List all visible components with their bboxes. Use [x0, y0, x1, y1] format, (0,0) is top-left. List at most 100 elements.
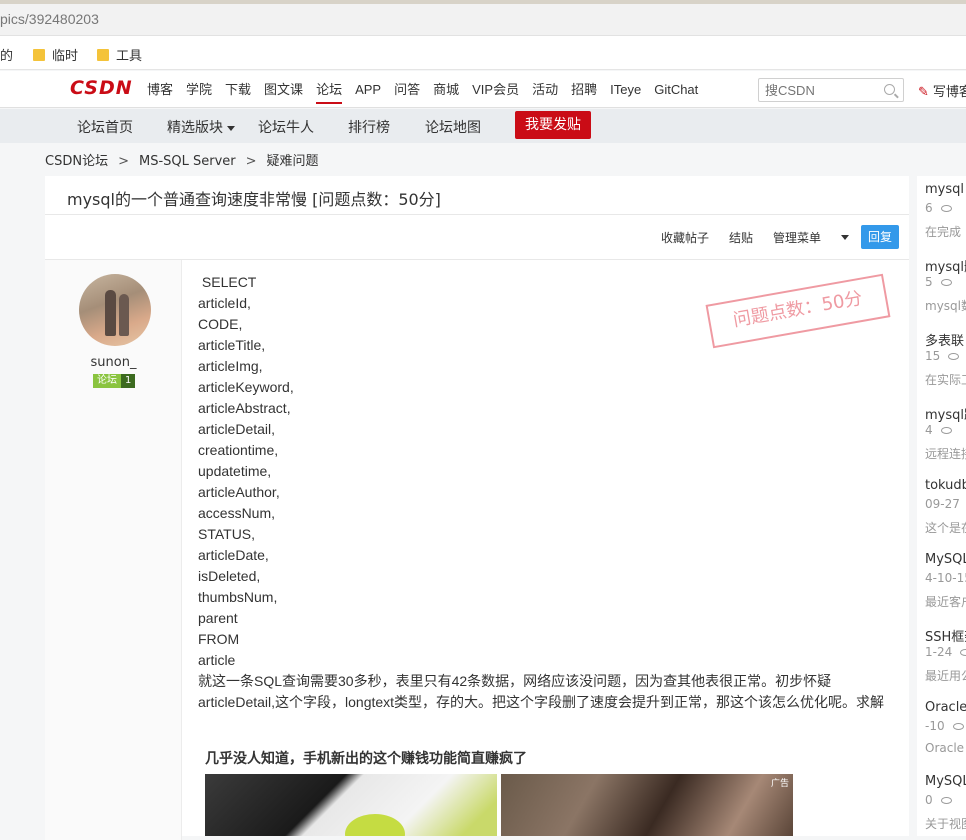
favorite-post-button[interactable]: 收藏帖子 [661, 229, 709, 246]
sql-line: isDeleted, [198, 568, 261, 584]
nav-item-mall[interactable]: 商城 [433, 71, 465, 108]
related-post-desc: 远程连接 [925, 447, 966, 461]
ad-label: 广告 [770, 779, 789, 789]
nav-item-blog[interactable]: 博客 [147, 71, 179, 108]
related-post-title[interactable]: SSH框架 [925, 626, 966, 645]
related-post-count: 4 [925, 423, 933, 437]
nav-item-jobs[interactable]: 招聘 [571, 71, 603, 108]
bookmark-label: 的 [0, 49, 14, 64]
close-post-button[interactable]: 结贴 [729, 229, 753, 246]
nav-item-iteye[interactable]: ITeye [610, 71, 647, 108]
subnav-featured-label: 精选版块 [167, 120, 223, 136]
related-post-title[interactable]: mysql [925, 182, 964, 197]
nav-item-events[interactable]: 活动 [532, 71, 564, 108]
subnav-forum-home[interactable]: 论坛首页 [77, 117, 133, 137]
related-post-title[interactable]: tokudb [925, 478, 966, 493]
related-post-count: 6 [925, 201, 933, 215]
sql-line: parent [198, 610, 238, 626]
address-bar[interactable]: pics/392480203 [0, 4, 966, 36]
bookmark-folder-temp[interactable]: 临时 [33, 45, 78, 64]
breadcrumb-item[interactable]: MS-SQL Server [139, 154, 236, 169]
related-post-meta: -10 [925, 719, 964, 733]
author-name[interactable]: sunon_ [45, 355, 182, 370]
bookmark-label: 工具 [116, 49, 143, 64]
pen-icon: ✎ [918, 85, 929, 100]
chevron-down-icon [227, 125, 235, 131]
related-post-count: 15 [925, 349, 941, 363]
related-post-meta: 5 [925, 275, 952, 289]
sql-line: accessNum, [198, 505, 276, 521]
related-post-meta: 4 [925, 423, 952, 437]
related-posts-sidebar: mysql 6 在完成 mysql删 5 mysql数 多表联 15 在实际工 … [917, 176, 966, 836]
sql-line: articleDate, [198, 547, 269, 563]
nav-item-app[interactable]: APP [355, 71, 387, 108]
nav-item-vip[interactable]: VIP会员 [472, 71, 525, 108]
bookmark-folder-tools[interactable]: 工具 [97, 45, 142, 64]
related-post-count: -10 [925, 719, 945, 733]
eye-icon [940, 279, 952, 286]
eye-icon [948, 353, 960, 360]
nav-item-academy[interactable]: 学院 [186, 71, 218, 108]
related-post-meta: 6 [925, 201, 952, 215]
subnav-experts[interactable]: 论坛牛人 [258, 117, 314, 137]
sql-line: articleDetail, [198, 421, 276, 437]
search-icon[interactable] [884, 84, 895, 95]
related-post-title[interactable]: MySQL [925, 552, 966, 567]
badge-level: 1 [121, 374, 136, 388]
subnav-forum-map[interactable]: 论坛地图 [425, 117, 481, 137]
related-post-meta: 1-24 [925, 645, 966, 659]
nav-item-download[interactable]: 下载 [225, 71, 257, 108]
related-post-title[interactable]: mysql删 [925, 256, 966, 275]
sql-line: SELECT [198, 274, 257, 290]
manage-menu-button[interactable]: 管理菜单 [773, 229, 821, 246]
sql-line: CODE, [198, 316, 243, 332]
ad-image[interactable] [205, 774, 497, 836]
sql-line: articleImg, [198, 358, 263, 374]
related-post-desc: Oracle [925, 741, 965, 755]
new-post-button[interactable]: 我要发贴 [515, 111, 591, 139]
post-body-text: 就这一条SQL查询需要30多秒，表里只有42条数据，网络应该没问题，因为查其他表… [198, 673, 885, 710]
nav-item-forum[interactable]: 论坛 [316, 71, 348, 108]
avatar[interactable] [79, 274, 151, 346]
eye-icon [940, 797, 952, 804]
forum-subnav: 论坛首页 精选版块 论坛牛人 排行榜 论坛地图 我要发贴 [0, 109, 966, 143]
related-post-title[interactable]: mysql跟 [925, 404, 966, 423]
url-text[interactable]: pics/392480203 [0, 11, 99, 27]
ad-image[interactable]: 广告 [501, 774, 793, 836]
csdn-logo[interactable]: CSDN [70, 77, 133, 99]
chevron-down-icon[interactable] [841, 234, 849, 240]
related-post-desc: 最近客户 [925, 595, 966, 609]
ad-image-graphic [345, 814, 405, 836]
breadcrumb-separator: > [118, 154, 129, 169]
related-post-desc: 关于视图 [925, 817, 966, 831]
sql-line: creationtime, [198, 442, 279, 458]
sql-line: STATUS, [198, 526, 256, 542]
reply-button[interactable]: 回复 [861, 225, 899, 249]
eye-icon [960, 649, 966, 656]
nav-item-course[interactable]: 图文课 [264, 71, 309, 108]
nav-item-gitchat[interactable]: GitChat [654, 71, 704, 108]
related-post-meta: 09-27 [925, 497, 960, 511]
ad-title[interactable]: 几乎没人知道，手机新出的这个赚钱功能简直赚疯了 [205, 748, 527, 768]
eye-icon [940, 205, 952, 212]
sql-line: thumbsNum, [198, 589, 278, 605]
nav-item-qa[interactable]: 问答 [394, 71, 426, 108]
sql-line: articleId, [198, 295, 251, 311]
sql-line: articleAuthor, [198, 484, 280, 500]
breadcrumb-item[interactable]: 疑难问题 [267, 154, 319, 169]
sql-line: articleTitle, [198, 337, 266, 353]
bookmark-item[interactable]: 的 [0, 45, 13, 64]
sql-line: updatetime, [198, 463, 272, 479]
search-input[interactable] [759, 79, 877, 101]
related-post-title[interactable]: Oracle [925, 700, 966, 715]
nav-items: 博客 学院 下载 图文课 论坛 APP 问答 商城 VIP会员 活动 招聘 IT… [147, 71, 711, 108]
subnav-ranking[interactable]: 排行榜 [348, 117, 390, 137]
related-post-count: 5 [925, 275, 933, 289]
related-post-count: 1-24 [925, 645, 953, 659]
breadcrumb-item[interactable]: CSDN论坛 [45, 154, 108, 169]
sql-line: FROM [198, 631, 240, 647]
subnav-featured-boards[interactable]: 精选版块 [167, 117, 235, 137]
write-blog-link[interactable]: ✎ 写博客 [918, 81, 966, 100]
related-post-title[interactable]: 多表联 [925, 330, 964, 349]
related-post-title[interactable]: MySQL [925, 774, 966, 789]
